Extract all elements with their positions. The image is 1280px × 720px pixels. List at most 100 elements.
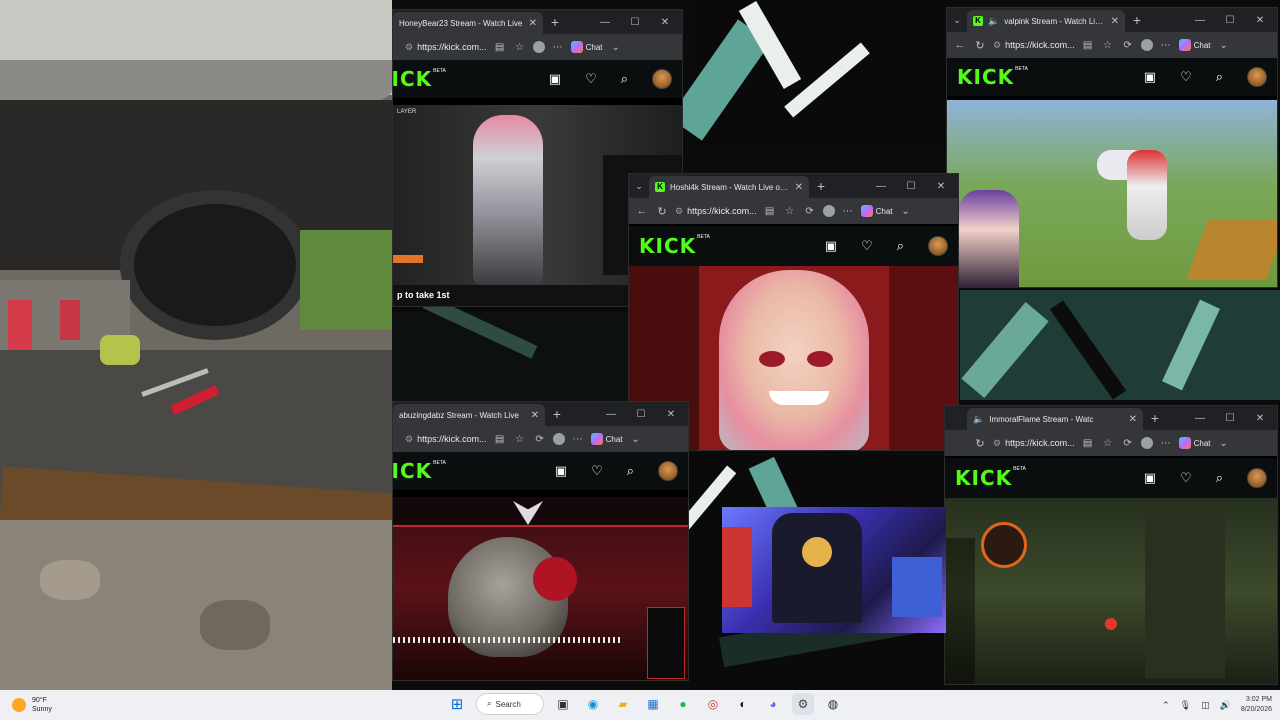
close-window-icon[interactable]: ✕	[1247, 15, 1273, 26]
stream-player[interactable]	[947, 100, 1277, 287]
browser-window-abuzing[interactable]: abuzingdabz Stream - Watch Live ✕ + — ☐ …	[392, 401, 689, 681]
site-info-icon[interactable]: ⚙	[993, 438, 1001, 449]
new-tab-icon[interactable]: +	[1125, 12, 1149, 28]
back-arrow-icon[interactable]: ←	[953, 39, 967, 51]
search-icon[interactable]: ⌕	[627, 463, 634, 479]
chrome-icon[interactable]: ◎	[702, 693, 724, 715]
minimize-icon[interactable]: —	[868, 181, 894, 192]
site-info-icon[interactable]: ⚙	[405, 42, 413, 53]
minimize-icon[interactable]: —	[1187, 15, 1213, 26]
favorite-star-icon[interactable]: ☆	[1101, 438, 1115, 449]
chat-button[interactable]: Chat	[860, 205, 893, 217]
extensions-icon[interactable]: ⟳	[803, 206, 817, 217]
chevron-down-icon[interactable]: ⌄	[1217, 40, 1231, 51]
close-window-icon[interactable]: ✕	[1247, 413, 1273, 424]
tab-hoshi[interactable]: K Hoshi4k Stream - Watch Live on K ✕	[649, 176, 809, 198]
file-explorer-icon[interactable]: ▰	[612, 693, 634, 715]
search-icon[interactable]: ⌕	[1216, 69, 1223, 85]
url-field[interactable]: ⚙ https://kick.com...	[405, 434, 487, 445]
browse-icon[interactable]: ▣	[555, 463, 567, 479]
clock[interactable]: 3:02 PM 8/20/2026	[1241, 695, 1272, 715]
close-tab-icon[interactable]: ✕	[529, 18, 537, 29]
minimize-icon[interactable]: —	[592, 17, 618, 28]
tab-abuzing[interactable]: abuzingdabz Stream - Watch Live ✕	[393, 404, 545, 426]
search-icon[interactable]: ⌕	[621, 71, 628, 87]
url-field[interactable]: ⚙ https://kick.com...	[993, 40, 1075, 51]
task-view-icon[interactable]: ▣	[552, 693, 574, 715]
extensions-icon[interactable]: ⟳	[533, 434, 547, 445]
close-window-icon[interactable]: ✕	[928, 181, 954, 192]
kick-logo[interactable]: KICK	[639, 234, 696, 258]
search-icon[interactable]: ⌕	[897, 238, 904, 254]
taskbar-search[interactable]: ⌕ Search	[476, 693, 544, 715]
user-avatar[interactable]	[1247, 67, 1267, 87]
refresh-icon[interactable]: ↻	[973, 39, 987, 52]
kick-logo[interactable]: KICK	[393, 459, 432, 483]
tab-valpink[interactable]: K 🔈 valpink Stream - Watch Live o ✕	[967, 10, 1125, 32]
close-window-icon[interactable]: ✕	[658, 409, 684, 420]
browse-icon[interactable]: ▣	[825, 238, 837, 254]
profile-icon[interactable]	[822, 205, 835, 217]
kick-logo[interactable]: KICK	[957, 65, 1014, 89]
reader-icon[interactable]: ▤	[1081, 40, 1095, 51]
close-tab-icon[interactable]: ✕	[1129, 414, 1137, 425]
browser-window-valpink[interactable]: ⌄ K 🔈 valpink Stream - Watch Live o ✕ + …	[946, 7, 1278, 288]
chat-button[interactable]: Chat	[1178, 437, 1211, 449]
volume-icon[interactable]: 🔊	[1220, 700, 1231, 711]
picture-in-picture-video[interactable]	[722, 507, 946, 633]
close-window-icon[interactable]: ✕	[652, 17, 678, 28]
reader-icon[interactable]: ▤	[763, 206, 777, 217]
user-avatar[interactable]	[652, 69, 672, 89]
following-heart-icon[interactable]: ♡	[1180, 470, 1192, 486]
site-info-icon[interactable]: ⚙	[405, 434, 413, 445]
profile-icon[interactable]	[1140, 437, 1153, 449]
chat-button[interactable]: Chat	[570, 41, 603, 53]
chevron-down-icon[interactable]: ⌄	[609, 42, 623, 53]
new-tab-icon[interactable]: +	[809, 178, 833, 194]
following-heart-icon[interactable]: ♡	[861, 238, 873, 254]
url-field[interactable]: ⚙ https://kick.com...	[675, 206, 757, 217]
more-icon[interactable]: ⋯	[841, 206, 855, 217]
user-avatar[interactable]	[658, 461, 678, 481]
chat-button[interactable]: Chat	[590, 433, 623, 445]
new-tab-icon[interactable]: +	[543, 14, 567, 30]
profile-icon[interactable]	[1140, 39, 1153, 51]
profile-icon[interactable]	[532, 41, 545, 53]
tab-list-icon[interactable]: ⌄	[629, 181, 649, 192]
maximize-icon[interactable]: ☐	[628, 409, 654, 420]
url-field[interactable]: ⚙ https://kick.com...	[993, 438, 1075, 449]
profile-icon[interactable]	[552, 433, 565, 445]
close-tab-icon[interactable]: ✕	[1111, 16, 1119, 27]
microphone-icon[interactable]: 🎙	[1180, 700, 1191, 711]
chevron-down-icon[interactable]: ⌄	[629, 434, 643, 445]
search-icon[interactable]: ⌕	[1216, 470, 1223, 486]
store-icon[interactable]: ▦	[642, 693, 664, 715]
minimize-icon[interactable]: —	[1187, 413, 1213, 424]
more-icon[interactable]: ⋯	[1159, 438, 1173, 449]
maximize-icon[interactable]: ☐	[1217, 413, 1243, 424]
settings-icon[interactable]: ⚙	[792, 693, 814, 715]
chevron-up-icon[interactable]: ⌃	[1162, 700, 1170, 711]
reader-icon[interactable]: ▤	[493, 434, 507, 445]
user-avatar[interactable]	[928, 236, 948, 256]
chevron-down-icon[interactable]: ⌄	[1217, 438, 1231, 449]
tab-honeybear[interactable]: HoneyBear23 Stream - Watch Live ✕	[393, 12, 543, 34]
new-tab-icon[interactable]: +	[545, 406, 569, 422]
spotify-icon[interactable]: ●	[672, 693, 694, 715]
maximize-icon[interactable]: ☐	[1217, 15, 1243, 26]
more-icon[interactable]: ⋯	[551, 42, 565, 53]
more-icon[interactable]: ⋯	[571, 434, 585, 445]
favorite-star-icon[interactable]: ☆	[783, 206, 797, 217]
url-field[interactable]: ⚙ https://kick.com...	[405, 42, 487, 53]
site-info-icon[interactable]: ⚙	[993, 40, 1001, 51]
stream-player[interactable]	[393, 497, 688, 680]
media-icon[interactable]: ◐	[732, 693, 754, 715]
following-heart-icon[interactable]: ♡	[585, 71, 597, 87]
steam-icon[interactable]: ◍	[822, 693, 844, 715]
discord-icon[interactable]: ◕	[762, 693, 784, 715]
following-heart-icon[interactable]: ♡	[1180, 69, 1192, 85]
extensions-icon[interactable]: ⟳	[1121, 438, 1135, 449]
close-tab-icon[interactable]: ✕	[531, 410, 539, 421]
new-tab-icon[interactable]: +	[1143, 410, 1167, 426]
refresh-icon[interactable]: ↻	[973, 437, 987, 450]
